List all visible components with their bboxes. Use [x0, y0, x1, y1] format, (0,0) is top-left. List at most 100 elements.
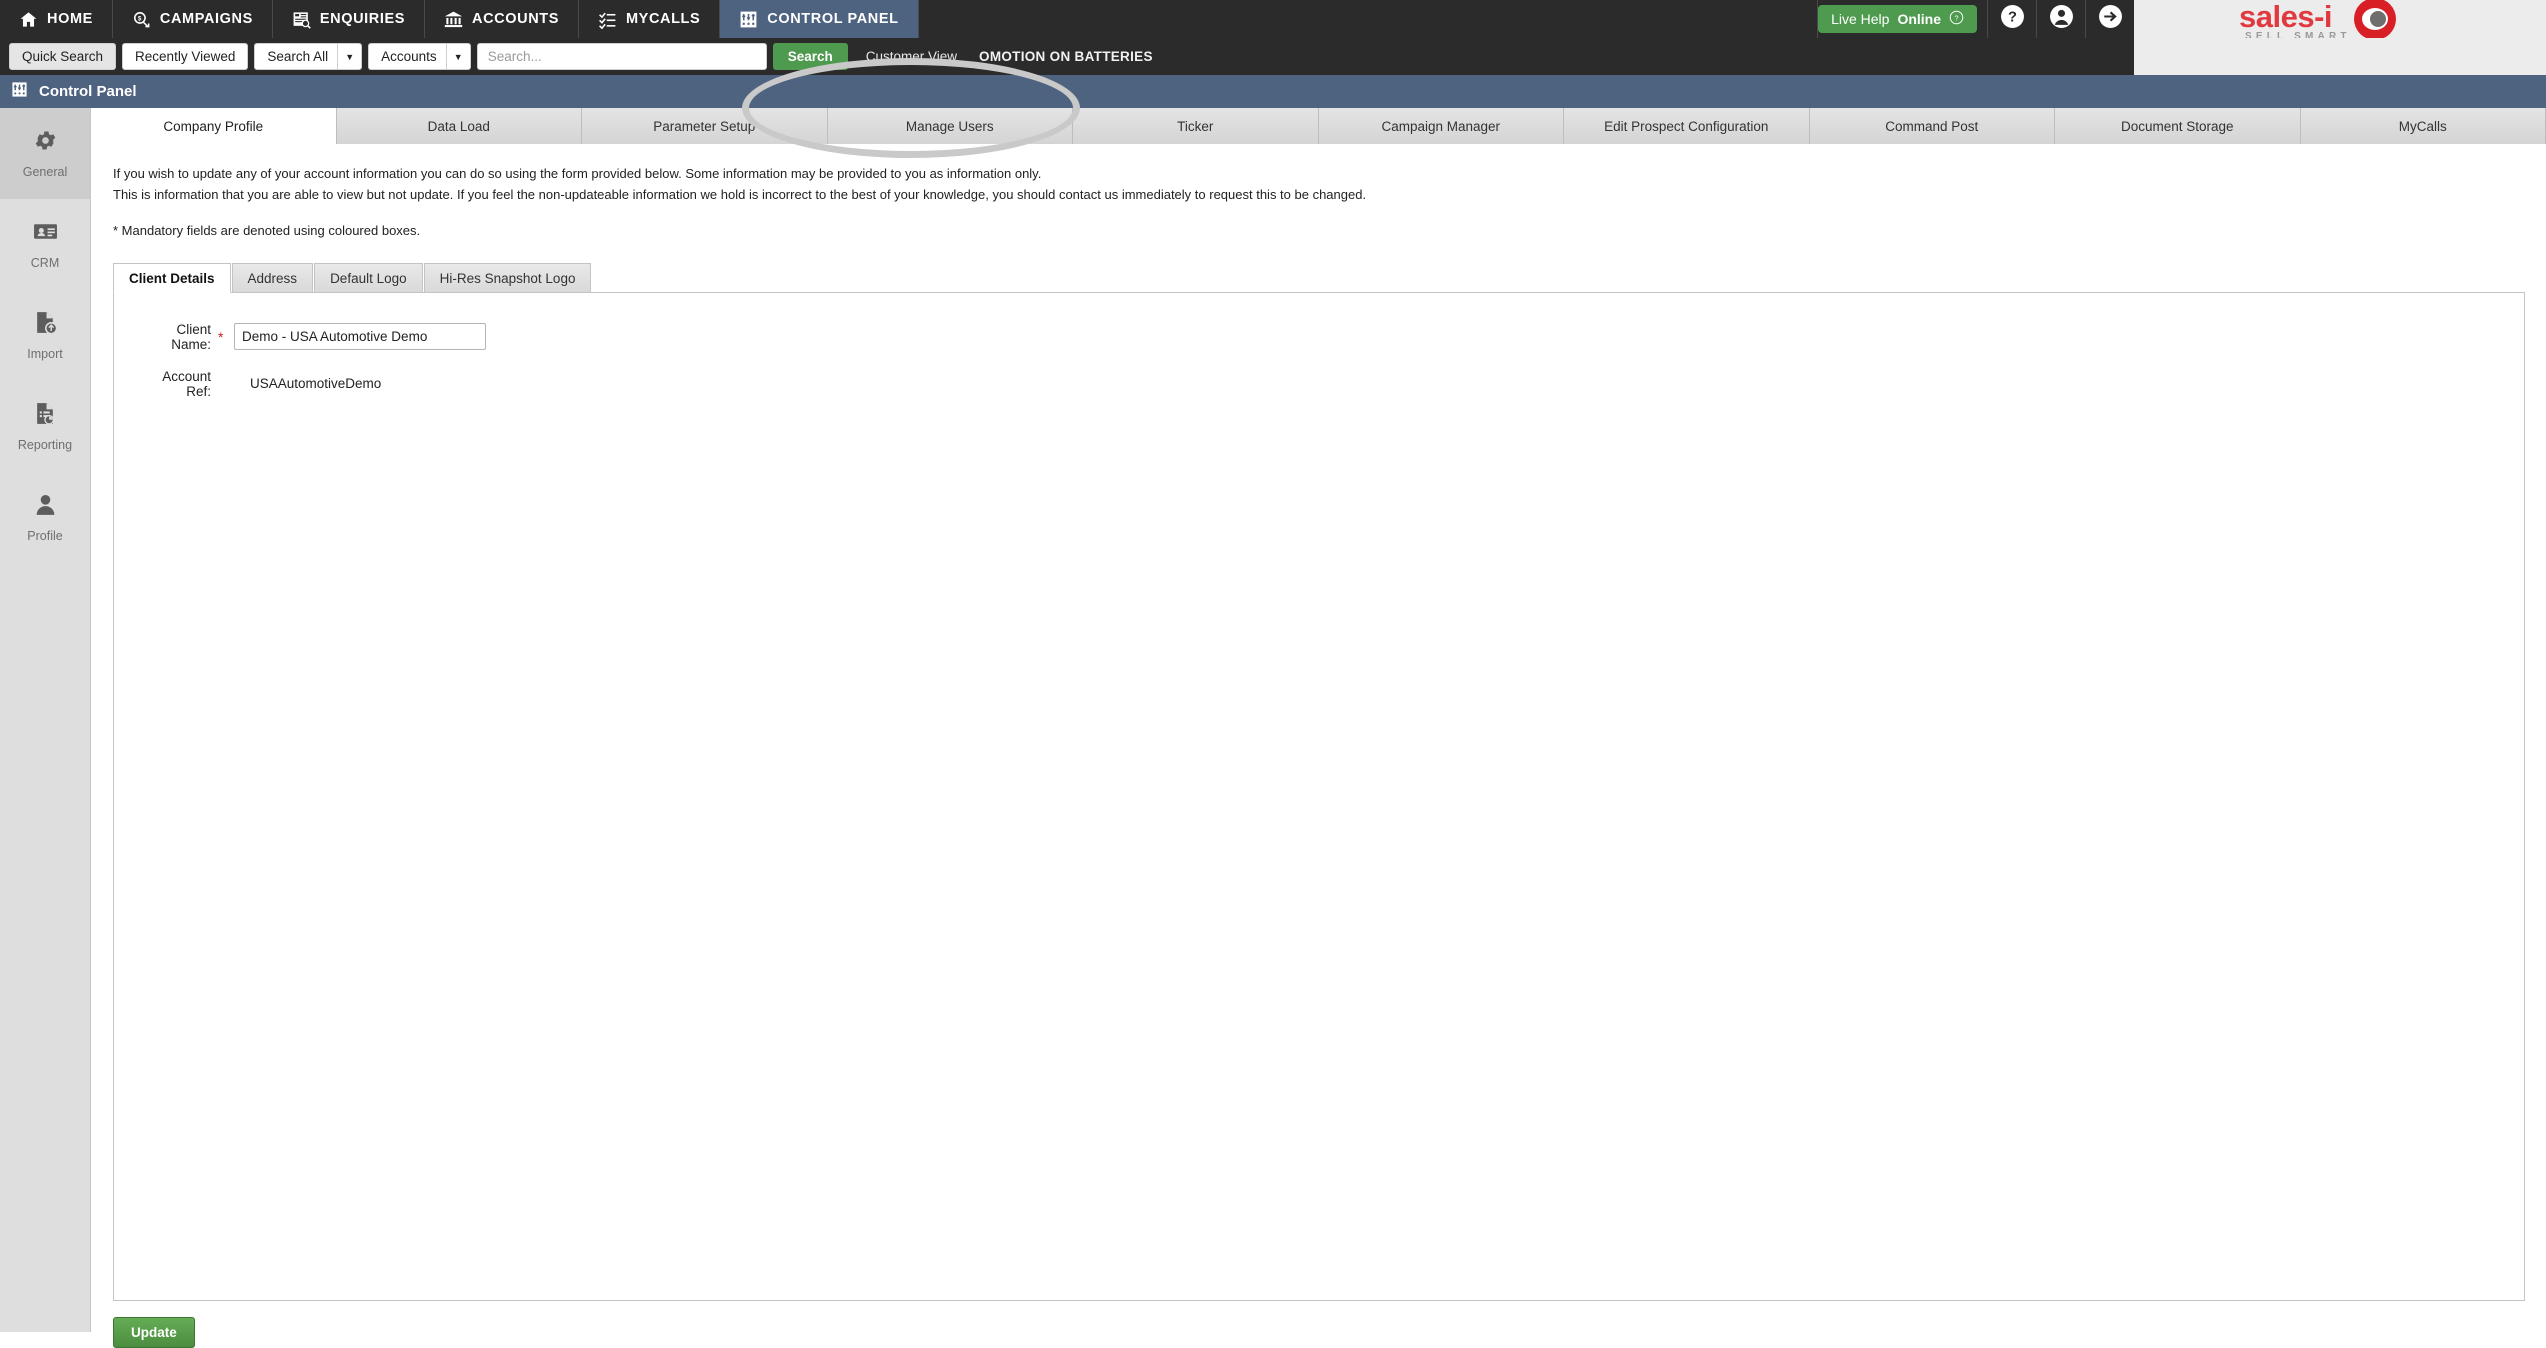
- subtab-label: Hi-Res Snapshot Logo: [440, 271, 576, 286]
- svg-text:?: ?: [2008, 10, 2017, 26]
- tab-command-post[interactable]: Command Post: [1810, 108, 2056, 144]
- tab-label: Command Post: [1885, 119, 1978, 134]
- tab-label: MyCalls: [2399, 119, 2447, 134]
- logout-button[interactable]: [2085, 0, 2134, 38]
- search-type-select[interactable]: Accounts ▼: [368, 43, 471, 70]
- subtab-default-logo[interactable]: Default Logo: [314, 263, 423, 292]
- account-ref-label: Account Ref:: [136, 369, 218, 399]
- nav-item-label: ACCOUNTS: [472, 11, 559, 27]
- customer-view-link[interactable]: Customer View: [866, 49, 957, 64]
- nav-item-campaigns[interactable]: $ CAMPAIGNS: [113, 0, 273, 38]
- page-title: Control Panel: [39, 83, 137, 100]
- brand-logo: sales-i SELL SMART: [2134, 0, 2546, 38]
- sidebar-item-label: General: [23, 165, 67, 179]
- client-name-row: Client Name: *: [136, 319, 2524, 355]
- sidebar-item-label: Import: [27, 347, 62, 361]
- search-scope-select[interactable]: Search All ▼: [254, 43, 362, 70]
- sidebar-item-general[interactable]: General: [0, 108, 90, 199]
- nav-item-label: MYCALLS: [626, 11, 700, 27]
- svg-text:sales-i: sales-i: [2239, 0, 2332, 34]
- live-help-button[interactable]: Live Help Online ?: [1818, 5, 1977, 33]
- tab-label: Parameter Setup: [653, 119, 755, 134]
- tab-company-profile[interactable]: Company Profile: [91, 108, 337, 144]
- tab-edit-prospect-configuration[interactable]: Edit Prospect Configuration: [1564, 108, 1810, 144]
- sidebar-item-import[interactable]: Import: [0, 290, 90, 381]
- nav-item-control-panel[interactable]: CONTROL PANEL: [720, 0, 918, 38]
- question-mark-icon: ?: [1949, 10, 1964, 28]
- live-help-status: Online: [1897, 11, 1941, 27]
- info-paragraph-2: This is information that you are able to…: [113, 187, 2546, 204]
- subtab-label: Client Details: [129, 271, 215, 286]
- tab-label: Data Load: [428, 119, 490, 134]
- help-button[interactable]: ?: [1987, 0, 2036, 38]
- news-ticker-text: OMOTION ON BATTERIES: [979, 49, 1153, 64]
- chevron-down-icon[interactable]: ▼: [446, 44, 470, 69]
- account-ref-value: USAAutomotiveDemo: [234, 376, 381, 391]
- subtab-label: Address: [248, 271, 298, 286]
- subtab-hi-res-snapshot-logo[interactable]: Hi-Res Snapshot Logo: [424, 263, 592, 292]
- search-type-value: Accounts: [369, 44, 446, 69]
- tab-campaign-manager[interactable]: Campaign Manager: [1319, 108, 1565, 144]
- tab-document-storage[interactable]: Document Storage: [2055, 108, 2301, 144]
- update-button[interactable]: Update: [113, 1317, 195, 1348]
- top-navigation-bar: HOME $ CAMPAIGNS ENQUIRIES ACCOUNTS MYCA…: [0, 0, 2546, 38]
- chevron-down-icon[interactable]: ▼: [337, 44, 361, 69]
- tab-label: Company Profile: [163, 119, 263, 134]
- subtab-address[interactable]: Address: [232, 263, 314, 292]
- tab-label: Document Storage: [2121, 119, 2234, 134]
- subtab-client-details[interactable]: Client Details: [113, 263, 231, 293]
- required-indicator: *: [218, 329, 234, 345]
- account-ref-row: Account Ref: USAAutomotiveDemo: [136, 366, 2524, 402]
- gear-icon: [33, 128, 58, 158]
- mycalls-icon: [598, 10, 617, 29]
- quick-search-label: Quick Search: [22, 49, 103, 64]
- question-mark-icon: ?: [2000, 4, 2025, 34]
- nav-item-label: CONTROL PANEL: [767, 11, 898, 27]
- sidebar-item-label: Profile: [27, 529, 62, 543]
- search-button-label: Search: [788, 49, 833, 64]
- live-help-label: Live Help: [1831, 11, 1889, 27]
- control-panel-icon: [739, 10, 758, 29]
- nav-item-accounts[interactable]: ACCOUNTS: [425, 0, 579, 38]
- sidebar-item-label: Reporting: [18, 438, 72, 452]
- nav-item-label: ENQUIRIES: [320, 11, 405, 27]
- arrow-right-logout-icon: [2098, 4, 2123, 34]
- search-button[interactable]: Search: [773, 43, 848, 70]
- nav-item-home[interactable]: HOME: [0, 0, 113, 38]
- nav-item-label: CAMPAIGNS: [160, 11, 253, 27]
- client-subtabs: Client Details Address Default Logo Hi-R…: [113, 262, 2525, 293]
- client-name-input[interactable]: [234, 323, 486, 350]
- left-sidebar: General CRM Import Reporting Profile: [0, 108, 91, 1332]
- document-chart-icon: [33, 401, 58, 431]
- nav-item-mycalls[interactable]: MYCALLS: [579, 0, 720, 38]
- search-input[interactable]: [477, 43, 767, 70]
- tab-parameter-setup[interactable]: Parameter Setup: [582, 108, 828, 144]
- sidebar-item-profile[interactable]: Profile: [0, 472, 90, 563]
- nav-item-enquiries[interactable]: ENQUIRIES: [273, 0, 425, 38]
- control-panel-tabs: Company Profile Data Load Parameter Setu…: [91, 108, 2546, 144]
- tab-data-load[interactable]: Data Load: [337, 108, 583, 144]
- client-name-label: Client Name:: [136, 322, 218, 352]
- quick-search-tab[interactable]: Quick Search: [9, 43, 116, 70]
- svg-text:?: ?: [1954, 13, 1958, 22]
- recently-viewed-label: Recently Viewed: [135, 49, 235, 64]
- searchbar-right-filler: [2134, 38, 2546, 75]
- tab-mycalls[interactable]: MyCalls: [2301, 108, 2546, 144]
- customer-view-label: Customer View: [866, 49, 957, 64]
- accounts-icon: [444, 10, 463, 29]
- svg-text:$: $: [138, 15, 142, 22]
- recently-viewed-tab[interactable]: Recently Viewed: [122, 43, 248, 70]
- quick-search-bar: Quick Search Recently Viewed Search All …: [0, 38, 2134, 75]
- sidebar-item-crm[interactable]: CRM: [0, 199, 90, 290]
- nav-spacer: [919, 0, 1818, 38]
- tab-label: Edit Prospect Configuration: [1604, 119, 1768, 134]
- tab-label: Manage Users: [906, 119, 994, 134]
- tab-ticker[interactable]: Ticker: [1073, 108, 1319, 144]
- page-header: Control Panel: [0, 75, 2546, 108]
- user-account-button[interactable]: [2036, 0, 2085, 38]
- tab-label: Ticker: [1177, 119, 1213, 134]
- update-button-label: Update: [131, 1325, 177, 1340]
- person-icon: [33, 492, 58, 522]
- sidebar-item-reporting[interactable]: Reporting: [0, 381, 90, 472]
- tab-manage-users[interactable]: Manage Users: [828, 108, 1074, 144]
